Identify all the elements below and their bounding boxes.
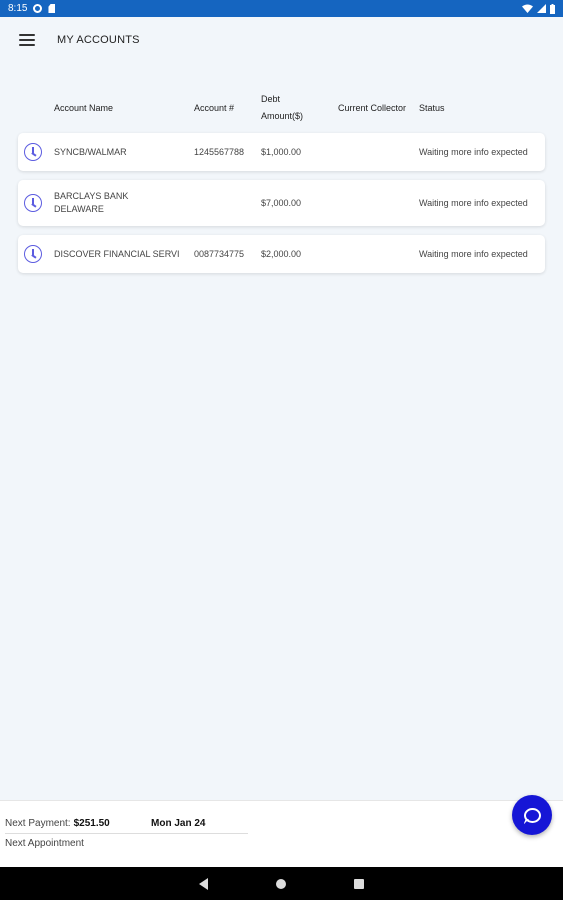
account-number: 0087734775: [194, 249, 245, 259]
next-payment-amount: $251.50: [73, 818, 110, 829]
account-row[interactable]: SYNCB/WALMAR 1245567788 $1,000.00 Waitin…: [18, 133, 545, 171]
next-payment: Next Payment: $251.50: [5, 818, 110, 829]
status-left: 8:15: [8, 3, 56, 14]
debt-amount: $1,000.00: [261, 147, 302, 157]
signal-icon: [537, 4, 546, 13]
clock-icon: [24, 245, 42, 263]
account-row[interactable]: DISCOVER FINANCIAL SERVI 0087734775 $2,0…: [18, 235, 545, 273]
account-name: DISCOVER FINANCIAL SERVI: [54, 249, 180, 259]
account-status: Waiting more info expected: [419, 147, 528, 157]
next-payment-date: Mon Jan 24: [151, 818, 206, 829]
table-header: Account Name Account # Debt Amount($) Cu…: [0, 90, 563, 126]
debt-amount: $2,000.00: [261, 249, 302, 259]
status-bar: 8:15: [0, 0, 563, 17]
bottom-summary-panel: Next Payment: $251.50 Mon Jan 24 Next Ap…: [0, 800, 563, 867]
hamburger-menu-icon[interactable]: [19, 34, 35, 46]
column-header-current-collector: Current Collector: [338, 102, 407, 113]
back-icon[interactable]: [199, 877, 208, 890]
column-header-debt-amount: Debt Amount($): [261, 94, 304, 121]
column-header-account-name: Account Name: [54, 102, 114, 113]
next-appointment-label: Next Appointment: [5, 838, 84, 849]
debt-amount: $7,000.00: [261, 198, 302, 208]
recent-apps-icon[interactable]: [354, 878, 364, 889]
column-header-account-number: Account #: [194, 102, 235, 113]
page-title: MY ACCOUNTS: [57, 34, 140, 46]
sd-card-icon: [48, 4, 56, 13]
wifi-icon: [522, 4, 533, 13]
clock-icon: [24, 194, 42, 212]
account-name: SYNCB/WALMAR: [54, 147, 127, 157]
clock-icon: [24, 143, 42, 161]
column-header-status: Status: [419, 102, 445, 113]
account-status: Waiting more info expected: [419, 198, 528, 208]
account-status: Waiting more info expected: [419, 249, 528, 259]
chat-button[interactable]: [512, 795, 552, 835]
status-right: [522, 3, 555, 14]
next-payment-label: Next Payment:: [5, 818, 71, 829]
battery-icon: [550, 3, 555, 14]
account-name: BARCLAYS BANK DELAWARE: [54, 191, 129, 214]
gear-icon: [33, 4, 43, 13]
account-row[interactable]: BARCLAYS BANK DELAWARE $7,000.00 Waiting…: [18, 180, 545, 226]
home-icon[interactable]: [276, 878, 286, 889]
divider: [5, 833, 248, 834]
status-time: 8:15: [8, 3, 28, 14]
app-header: MY ACCOUNTS: [0, 17, 563, 63]
account-number: 1245567788: [194, 147, 245, 157]
system-nav-bar: [0, 867, 563, 900]
chat-icon: [523, 807, 541, 823]
